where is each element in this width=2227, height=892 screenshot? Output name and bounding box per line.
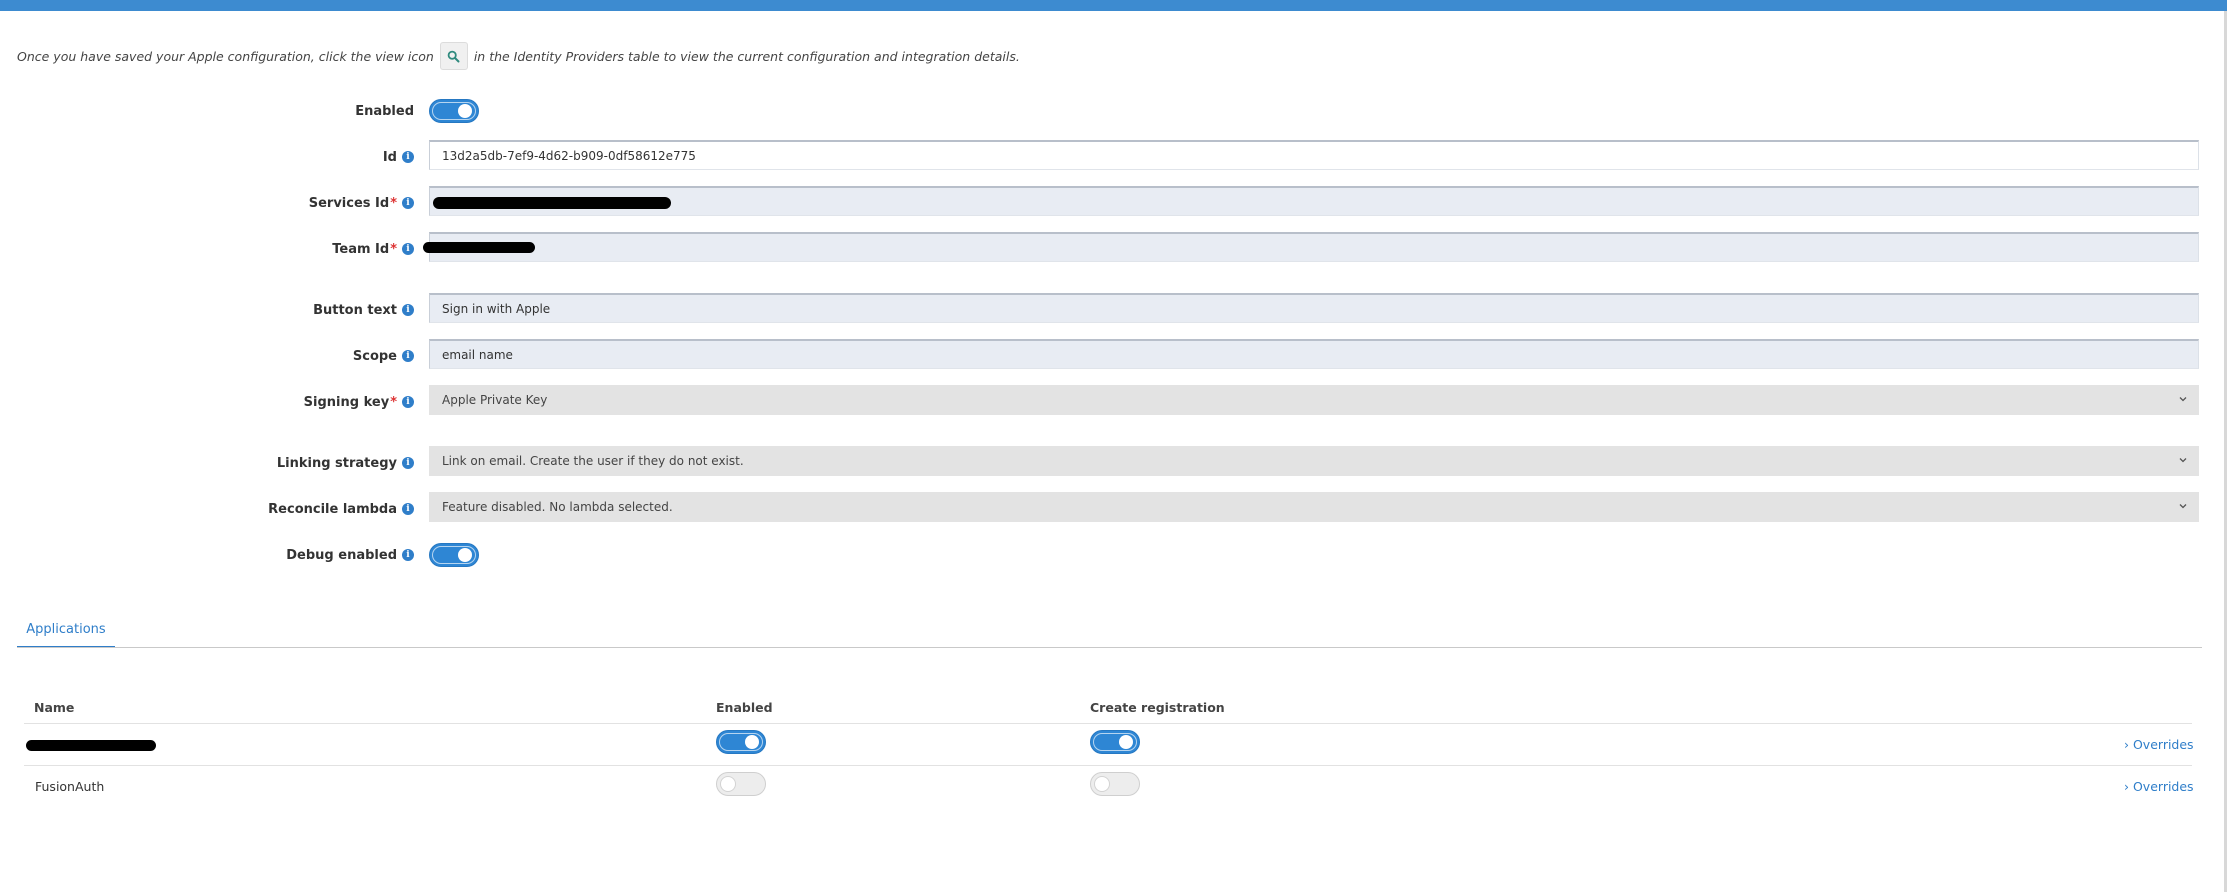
row2-enabled-toggle[interactable] <box>716 772 766 796</box>
info-icon[interactable]: i <box>402 197 414 209</box>
team-id-field[interactable] <box>429 232 2199 262</box>
services-id-field[interactable] <box>429 186 2199 216</box>
search-icon <box>448 50 460 62</box>
tab-applications[interactable]: Applications <box>17 612 115 648</box>
table-row-divider <box>24 765 2192 766</box>
enabled-toggle[interactable] <box>429 99 479 123</box>
redaction-mark <box>26 740 156 751</box>
column-header-enabled: Enabled <box>716 700 773 715</box>
chevron-down-icon <box>2179 504 2187 509</box>
row1-enabled-toggle[interactable] <box>716 730 766 754</box>
debug-enabled-toggle[interactable] <box>429 543 479 567</box>
team-id-label: Team Id * i <box>332 239 414 259</box>
debug-enabled-label: Debug enabled i <box>286 545 414 565</box>
table-header-divider <box>24 723 2192 724</box>
row2-create-registration-toggle[interactable] <box>1090 772 1140 796</box>
row2-name: FusionAuth <box>35 779 105 794</box>
top-accent-bar <box>0 0 2227 11</box>
info-icon[interactable]: i <box>402 243 414 255</box>
row1-overrides-link[interactable]: › Overrides <box>2124 737 2194 752</box>
chevron-down-icon <box>2179 458 2187 463</box>
row2-overrides-link[interactable]: › Overrides <box>2124 779 2194 794</box>
scope-label: Scope i <box>353 346 414 366</box>
info-icon[interactable]: i <box>402 457 414 469</box>
redaction-mark <box>423 242 535 253</box>
signing-key-select[interactable]: Apple Private Key <box>429 385 2199 415</box>
info-icon[interactable]: i <box>402 350 414 362</box>
tab-divider <box>17 647 2202 648</box>
reconcile-lambda-label: Reconcile lambda i <box>268 499 414 519</box>
scope-field[interactable]: email name <box>429 339 2199 369</box>
signing-key-label: Signing key * i <box>304 392 414 412</box>
intro-text-after: in the Identity Providers table to view … <box>473 48 1020 64</box>
row1-create-registration-toggle[interactable] <box>1090 730 1140 754</box>
reconcile-lambda-select[interactable]: Feature disabled. No lambda selected. <box>429 492 2199 522</box>
intro-text-before: Once you have saved your Apple configura… <box>17 48 434 64</box>
redaction-mark <box>433 197 671 209</box>
linking-strategy-select[interactable]: Link on email. Create the user if they d… <box>429 446 2199 476</box>
intro-text: Once you have saved your Apple configura… <box>17 42 1020 70</box>
id-label: Id i <box>383 147 414 167</box>
id-field[interactable]: 13d2a5db-7ef9-4d62-b909-0df58612e775 <box>429 140 2199 170</box>
column-header-create-registration: Create registration <box>1090 700 1225 715</box>
chevron-down-icon <box>2179 397 2187 402</box>
info-icon[interactable]: i <box>402 503 414 515</box>
column-header-name: Name <box>34 700 75 715</box>
info-icon[interactable]: i <box>402 151 414 163</box>
button-text-label: Button text i <box>313 300 414 320</box>
button-text-field[interactable]: Sign in with Apple <box>429 293 2199 323</box>
enabled-label: Enabled <box>355 103 414 119</box>
info-icon[interactable]: i <box>402 549 414 561</box>
linking-strategy-label: Linking strategy i <box>277 453 414 473</box>
info-icon[interactable]: i <box>402 396 414 408</box>
info-icon[interactable]: i <box>402 304 414 316</box>
services-id-label: Services Id * i <box>309 193 414 213</box>
view-icon-sample <box>439 42 468 70</box>
